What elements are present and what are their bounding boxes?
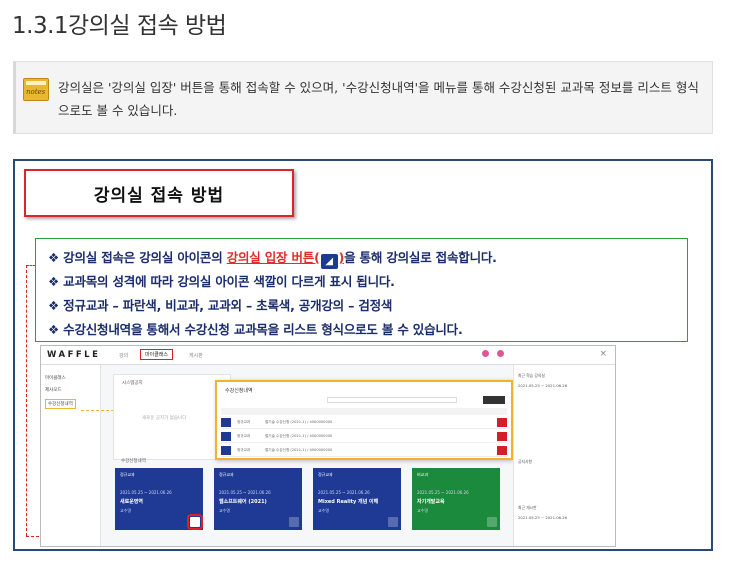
enter-classroom-icon: ◢ (320, 254, 338, 269)
course-card: 정규교과 2021.05.25 ~ 2021.06.26 Mixed Reali… (313, 468, 401, 530)
note-text: 강의실은 '강의실 입장' 버튼을 통해 접속할 수 있으며, '수강신청내역'… (58, 80, 699, 118)
enter-classroom-button[interactable] (487, 517, 497, 527)
bullet-item: ❖ 수강신청내역을 통해서 수강신청 교과목을 리스트 형식으로도 볼 수 있습… (48, 322, 463, 337)
enter-classroom-button[interactable] (289, 517, 299, 527)
right-panel-item[interactable]: 최근 학습 강의실 (518, 373, 545, 379)
bullet-list: ❖ 강의실 접속은 강의실 아이콘의 강의실 입장 버튼(◢)을 통해 강의실로… (35, 238, 688, 342)
tab-lecture[interactable]: 강의 (119, 352, 128, 359)
card-professor: 교수명 (219, 508, 231, 513)
right-panel-item: 2021.05.25 ~ 2021.06.26 (518, 383, 568, 388)
enter-classroom-button[interactable] (221, 432, 231, 441)
card-tag: 정규교과 (318, 472, 333, 477)
bullet-text: 을 통해 강의실로 접속합니다. (344, 250, 497, 265)
bullet-item: ❖ 교과목의 성격에 따라 강의실 아이콘 색깔이 다르게 표시 됩니다. (48, 274, 395, 289)
sidebar-item-mode[interactable]: 제사모드 (45, 387, 62, 393)
bullet-item: ❖ 강의실 접속은 강의실 아이콘의 강의실 입장 버튼(◢)을 통해 강의실로… (48, 247, 497, 269)
card-period: 2021.05.25 ~ 2021.06.26 (318, 490, 370, 495)
cancel-enrollment-button[interactable] (497, 418, 507, 427)
courses-section-title: 수강신청내역 (121, 459, 146, 464)
course-card: 비교과 2021.05.25 ~ 2021.06.26 자기개발교육 교수명 (412, 468, 500, 530)
notice-empty-text: 새로운 공지가 없습니다 (142, 416, 187, 421)
card-professor: 교수명 (417, 508, 429, 513)
bullet-item: ❖ 정규교과 – 파란색, 비교과, 교과외 – 초록색, 공개강의 – 검정색 (48, 298, 393, 313)
sidebar-item-enrollment[interactable]: 수강신청내역 (45, 399, 76, 409)
instruction-figure: 강의실 접속 방법 ❖ 강의실 접속은 강의실 아이콘의 강의실 입장 버튼(◢… (13, 159, 713, 551)
row-category: 정규교과 (237, 420, 251, 424)
table-row: 정규교과 철기술 수강신청 (2021-1) / 4000000000 (221, 430, 507, 443)
row-detail: 철기술 수강신청 (2021-1) / 4000000000 (265, 448, 333, 452)
course-card: 정규교과 2021.05.25 ~ 2021.06.26 웹소프트웨어 (202… (214, 468, 302, 530)
tab-myclass[interactable]: 마이클래스 (140, 349, 174, 360)
enter-classroom-button[interactable] (221, 446, 231, 455)
course-card: 정규교과 2021.05.25 ~ 2021.06.26 새로운영역 교수명 (115, 468, 203, 530)
popup-search-input[interactable] (327, 397, 457, 403)
row-category: 정규교과 (237, 434, 251, 438)
card-course-name: 자기개발교육 (417, 499, 445, 505)
right-panel: 최근 학습 강의실 2021.05.25 ~ 2021.06.26 공지사항 최… (513, 365, 615, 546)
enter-classroom-button[interactable] (388, 517, 398, 527)
right-panel-item[interactable]: 최근 게시판 (518, 505, 537, 511)
cancel-enrollment-button[interactable] (497, 446, 507, 455)
enter-button-highlight: 강의실 입장 버튼( (226, 250, 320, 265)
close-icon[interactable]: × (599, 349, 607, 359)
popup-search-button[interactable] (483, 396, 505, 404)
page-heading: 1.3.1강의실 접속 방법 (12, 13, 227, 39)
figure-title: 강의실 접속 방법 (93, 185, 225, 206)
notice-panel: 시스템공지 새로운 공지가 없습니다 (113, 374, 231, 460)
notes-icon: notes (23, 78, 49, 101)
card-course-name: 웹소프트웨어 (2021) (219, 499, 267, 505)
card-period: 2021.05.25 ~ 2021.06.26 (417, 490, 469, 495)
row-detail: 철기술 수강신청 (2021-1) / 4000000000 (265, 434, 333, 438)
row-detail: 철기술 수강신청 (2021-1) / 4000000000 (265, 420, 333, 424)
card-tag: 정규교과 (120, 472, 135, 477)
tab-board[interactable]: 게시판 (189, 352, 203, 359)
figure-title-box: 강의실 접속 방법 (24, 169, 294, 217)
app-sidebar: 마이클래스 제사모드 수강신청내역 (41, 365, 101, 546)
sidebar-item-myclass[interactable]: 마이클래스 (45, 375, 66, 381)
card-period: 2021.05.25 ~ 2021.06.26 (219, 490, 271, 495)
notice-panel-title: 시스템공지 (122, 381, 143, 386)
popup-table-header (221, 408, 507, 415)
enter-classroom-button[interactable] (187, 514, 203, 530)
message-icon[interactable] (497, 350, 504, 357)
table-row: 정규교과 철기술 수강신청 (2021-1) / 4000000000 (221, 416, 507, 429)
card-period: 2021.05.25 ~ 2021.06.26 (120, 490, 172, 495)
card-professor: 교수명 (120, 508, 132, 513)
card-tag: 정규교과 (219, 472, 234, 477)
note-box: notes 강의실은 '강의실 입장' 버튼을 통해 접속할 수 있으며, '수… (13, 61, 713, 134)
row-category: 정규교과 (237, 448, 251, 452)
embedded-screenshot: WAFFLE 강의 마이클래스 게시판 × 마이클래스 제사모드 수강신청내역 … (40, 345, 616, 547)
notification-icon[interactable] (482, 350, 489, 357)
card-professor: 교수명 (318, 508, 330, 513)
enter-classroom-button[interactable] (221, 418, 231, 427)
app-header: WAFFLE 강의 마이클래스 게시판 × (41, 346, 615, 365)
enrollment-list-popup: 수강신청내역 정규교과 철기술 수강신청 (2021-1) / 40000000… (215, 380, 513, 460)
callout-dashed-line (26, 265, 27, 536)
table-row: 정규교과 철기술 수강신청 (2021-1) / 4000000000 (221, 444, 507, 457)
right-panel-item: 2021.05.25 ~ 2021.06.26 (518, 515, 568, 520)
notes-icon-label: notes (26, 88, 46, 96)
card-course-name: 새로운영역 (120, 499, 144, 505)
popup-title: 수강신청내역 (225, 388, 253, 394)
card-course-name: Mixed Reality 개념 이해 (318, 499, 379, 505)
card-tag: 비교과 (417, 472, 429, 477)
right-panel-item[interactable]: 공지사항 (518, 459, 532, 465)
bullet-text: ❖ 강의실 접속은 강의실 아이콘의 (48, 250, 227, 265)
cancel-enrollment-button[interactable] (497, 432, 507, 441)
app-logo: WAFFLE (47, 350, 101, 360)
